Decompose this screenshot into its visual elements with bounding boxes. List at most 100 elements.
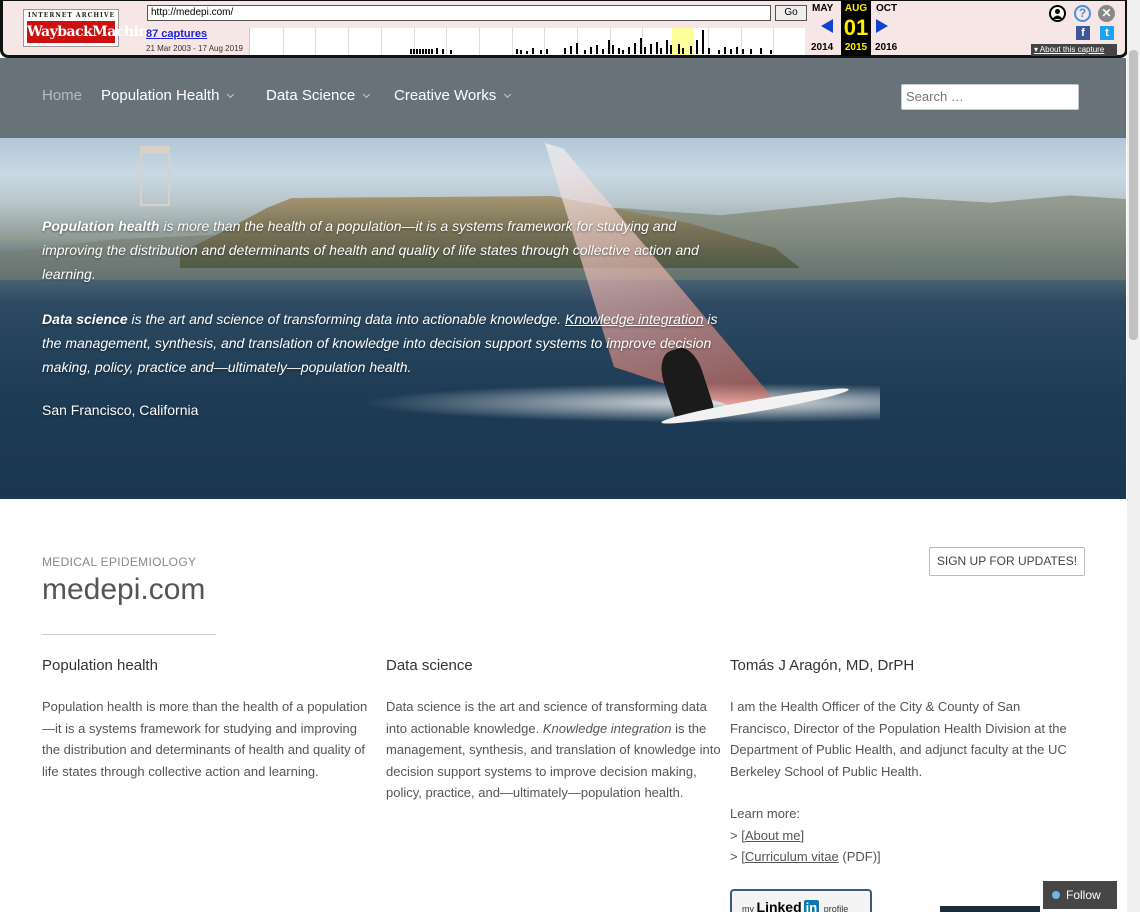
- sparkline-year-divider: [446, 28, 448, 55]
- bracket-close: ]: [800, 827, 805, 843]
- site-nav: Home Population Health Data Science Crea…: [0, 58, 1126, 138]
- sparkline-bar: [416, 49, 418, 54]
- hero-paragraph-1: Population health is more than the healt…: [42, 214, 732, 286]
- prev-year[interactable]: 2014: [811, 42, 833, 53]
- nav-creative-works-label: Creative Works: [394, 87, 497, 104]
- column-author-title: Tomás J Aragón, MD, DrPH: [730, 657, 915, 674]
- sparkline-bar: [724, 47, 726, 54]
- sparkline-bar: [419, 49, 421, 54]
- twitter-icon[interactable]: t: [1100, 26, 1114, 40]
- wayback-logo[interactable]: INTERNET ARCHIVE WaybackMachine: [23, 9, 157, 47]
- logo-top-text: INTERNET ARCHIVE: [28, 12, 116, 19]
- sparkline-bar: [520, 50, 522, 54]
- sparkline-bar: [546, 49, 548, 54]
- next-year[interactable]: 2016: [875, 42, 897, 53]
- bottom-bar: [940, 906, 1040, 912]
- chevron-down-icon: [227, 90, 235, 99]
- sparkline-year-divider: [315, 28, 317, 55]
- sparkline-bar: [678, 44, 680, 54]
- current-month: AUG: [844, 3, 868, 14]
- cv-suffix: (PDF)]: [838, 849, 881, 864]
- next-month[interactable]: OCT: [876, 3, 897, 14]
- sparkline-bar: [650, 44, 652, 54]
- hero-paragraph-2: Data science is the art and science of t…: [42, 307, 732, 379]
- current-year: 2015: [844, 42, 868, 53]
- url-input[interactable]: http://medepi.com/: [147, 5, 771, 21]
- capture-sparkline[interactable]: [249, 28, 805, 55]
- sparkline-bar: [730, 49, 732, 54]
- sparkline-bar: [540, 50, 542, 54]
- sparkline-bar: [425, 49, 427, 54]
- next-capture-icon[interactable]: [876, 19, 888, 33]
- sparkline-bar: [410, 49, 412, 54]
- sparkline-year-divider: [348, 28, 350, 55]
- sparkline-bar: [644, 47, 646, 54]
- sparkline-bar: [682, 48, 684, 54]
- linkedin-profile-badge[interactable]: my Linked in profile: [730, 889, 872, 912]
- about-capture-label: About this capture: [1039, 45, 1105, 54]
- sparkline-bar: [622, 50, 624, 54]
- sparkline-bar: [770, 50, 772, 54]
- bracket-open: > [: [730, 827, 745, 843]
- sparkline-bar: [702, 30, 704, 54]
- sparkline-bar: [450, 50, 452, 54]
- nav-population-health-label: Population Health: [101, 87, 220, 104]
- wayback-toolbar: INTERNET ARCHIVE WaybackMachine http://m…: [0, 0, 1128, 58]
- captures-link[interactable]: 87 captures: [146, 28, 207, 40]
- sparkline-bar: [431, 49, 433, 54]
- sparkline-bar: [564, 48, 566, 54]
- nav-creative-works[interactable]: Creative Works: [394, 87, 512, 104]
- facebook-icon[interactable]: f: [1076, 26, 1090, 40]
- about-me-line: > [About me]: [730, 825, 881, 847]
- sparkline-year-divider: [282, 28, 284, 55]
- scrollbar[interactable]: [1127, 0, 1140, 912]
- page: INTERNET ARCHIVE WaybackMachine http://m…: [0, 0, 1140, 912]
- cv-line: > [Curriculum vitae (PDF)]: [730, 846, 881, 868]
- search-input[interactable]: Search …: [901, 84, 1079, 110]
- sparkline-bar: [670, 45, 672, 54]
- sparkline-bar: [708, 48, 710, 54]
- sparkline-year-divider: [380, 28, 382, 55]
- sparkline-year-divider: [511, 28, 513, 55]
- bracket-open: > [: [730, 849, 745, 864]
- knowledge-integration-link[interactable]: Knowledge integration: [565, 311, 704, 327]
- sparkline-bar: [742, 49, 744, 54]
- prev-month[interactable]: MAY: [812, 3, 833, 14]
- sparkline-bar: [696, 40, 698, 54]
- column-population-health-title: Population health: [42, 657, 158, 674]
- sparkline-bar: [602, 49, 604, 54]
- scrollbar-thumb[interactable]: [1129, 50, 1138, 340]
- user-icon[interactable]: [1049, 5, 1066, 22]
- nav-population-health[interactable]: Population Health: [101, 87, 235, 104]
- sparkline-bar: [596, 45, 598, 54]
- sparkline-bar: [570, 46, 572, 54]
- help-icon[interactable]: ?: [1074, 5, 1091, 22]
- current-capture-date: AUG 01 2015: [841, 1, 871, 56]
- sparkline-bar: [736, 47, 738, 54]
- about-me-link[interactable]: About me: [745, 828, 801, 843]
- sparkline-bar: [634, 43, 636, 54]
- title-divider: [42, 634, 216, 635]
- sparkline-bar: [750, 49, 752, 54]
- follow-button[interactable]: Follow: [1043, 881, 1117, 909]
- hero-p1-bold: Population health: [42, 218, 160, 234]
- site-title[interactable]: medepi.com: [42, 573, 205, 607]
- signup-button[interactable]: SIGN UP FOR UPDATES!: [929, 547, 1085, 576]
- linkedin-profile: profile: [823, 904, 849, 912]
- sparkline-bar: [618, 48, 620, 54]
- capture-range: 21 Mar 2003 - 17 Aug 2019: [146, 44, 243, 53]
- curriculum-vitae-link[interactable]: Curriculum vitae: [745, 849, 839, 864]
- nav-home[interactable]: Home: [42, 87, 82, 104]
- logo-main-text: WaybackMachine: [27, 21, 157, 43]
- linkedin-brand: Linked: [756, 899, 802, 912]
- go-button[interactable]: Go: [775, 5, 807, 21]
- sparkline-bar: [718, 50, 720, 54]
- nav-data-science[interactable]: Data Science: [266, 87, 371, 104]
- about-capture-link[interactable]: ▾ About this capture: [1031, 44, 1117, 56]
- prev-capture-icon[interactable]: [821, 19, 833, 33]
- sparkline-bar: [428, 49, 430, 54]
- sparkline-bar: [516, 49, 518, 54]
- sparkline-bar: [413, 49, 415, 54]
- close-icon[interactable]: ✕: [1098, 5, 1115, 22]
- sparkline-bar: [660, 48, 662, 54]
